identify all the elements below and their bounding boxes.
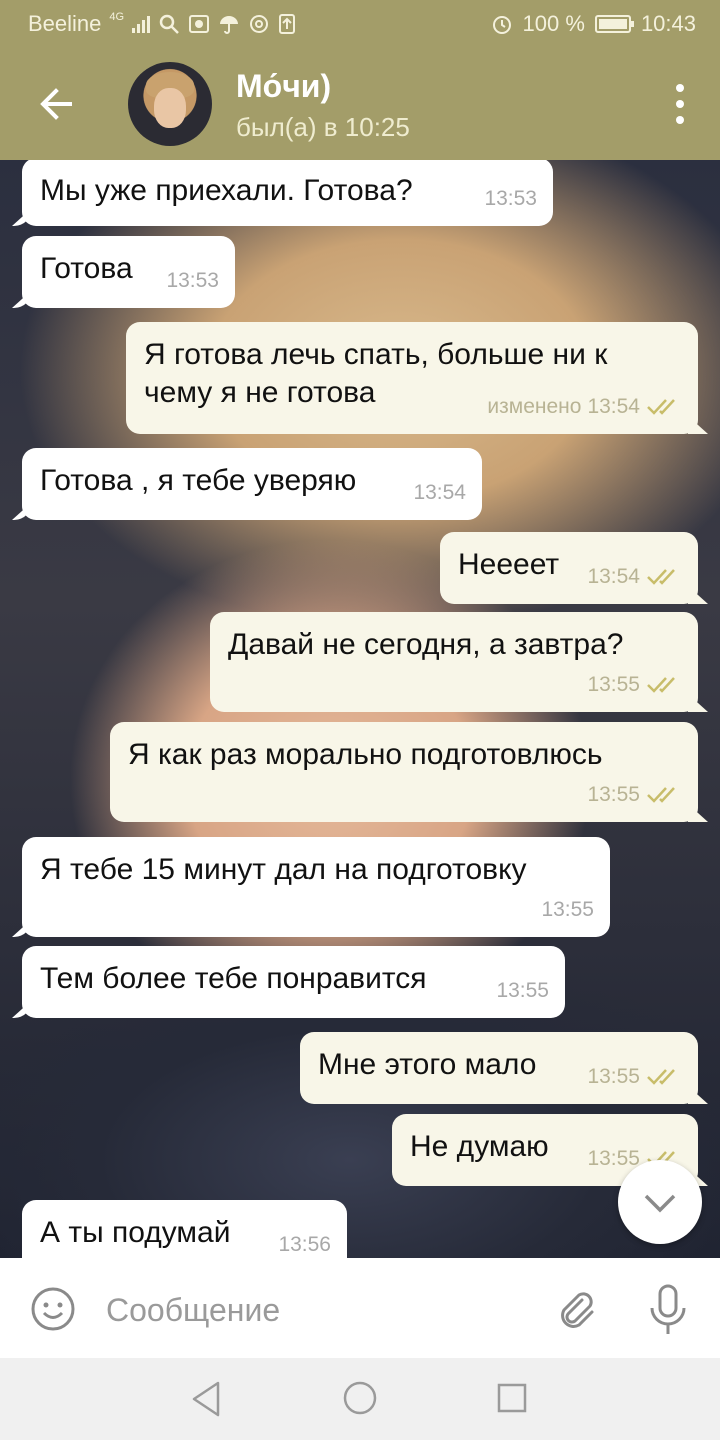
emoji-icon[interactable]: [30, 1286, 76, 1332]
battery-percent: 100 %: [522, 11, 585, 36]
message-bubble[interactable]: Я тебе 15 минут дал на подготовку 13:55: [22, 837, 610, 937]
message-time: 13:55: [541, 898, 594, 921]
last-seen-status: был(а) в 10:25: [236, 112, 410, 142]
avatar[interactable]: [128, 62, 212, 146]
chat-messages[interactable]: Мы уже приехали. Готова? 13:53 Готова 13…: [0, 160, 720, 1258]
nav-home-icon[interactable]: [342, 1380, 378, 1416]
status-bar: Beeline 4G 100 % 10:43: [0, 0, 720, 48]
double-check-icon: [647, 787, 675, 803]
message-time: 13:56: [278, 1233, 331, 1256]
double-check-icon: [647, 677, 675, 693]
umbrella-icon: [220, 16, 239, 34]
message-text: Тем более тебе понравится: [40, 962, 427, 995]
message-text: Мы уже приехали. Готова?: [40, 174, 413, 207]
at-icon: [250, 15, 269, 33]
upload-icon: [279, 14, 296, 34]
network-type: 4G: [109, 11, 125, 23]
message-input[interactable]: [104, 1286, 528, 1334]
message-bubble[interactable]: Мы уже приехали. Готова? 13:53: [22, 160, 553, 226]
carrier-name: Beeline: [28, 11, 102, 36]
battery-icon: [594, 15, 634, 33]
message-text: Мне этого мало: [318, 1048, 537, 1081]
message-bubble[interactable]: Мне этого мало 13:55: [300, 1032, 698, 1104]
image-icon: [189, 15, 210, 33]
alarm-icon: [492, 16, 511, 34]
message-time: 13:54: [413, 481, 466, 504]
message-bubble[interactable]: Тем более тебе понравится 13:55: [22, 946, 565, 1018]
message-bubble[interactable]: Неееет 13:54: [440, 532, 698, 604]
scroll-to-bottom-button[interactable]: [618, 1160, 702, 1244]
contact-name[interactable]: Мо́чи): [236, 68, 331, 105]
message-bubble[interactable]: Готова , я тебе уверяю 13:54: [22, 448, 482, 520]
nav-recents-icon[interactable]: [496, 1382, 528, 1414]
message-text: Готова: [40, 252, 133, 285]
message-text: Я тебе 15 минут дал на подготовку: [40, 853, 527, 886]
message-input-bar: [0, 1258, 720, 1358]
nav-back-icon[interactable]: [188, 1380, 224, 1418]
back-arrow-icon[interactable]: [34, 82, 78, 126]
message-time: 13:53: [166, 269, 219, 292]
clock: 10:43: [640, 11, 696, 36]
chevron-down-icon: [644, 1194, 676, 1213]
message-time: 13:55: [587, 673, 640, 696]
double-check-icon: [647, 399, 675, 415]
microphone-icon[interactable]: [646, 1284, 690, 1336]
message-bubble[interactable]: Я готова лечь спать, больше ни к чему я …: [126, 322, 698, 434]
message-time: 13:55: [496, 979, 549, 1002]
message-text: Я как раз морально подготовлюсь: [128, 738, 603, 771]
message-time: 13:54: [587, 565, 640, 588]
message-time: 13:55: [587, 1065, 640, 1088]
message-bubble[interactable]: Я как раз морально подготовлюсь 13:55: [110, 722, 698, 822]
message-bubble[interactable]: А ты подумай 13:56: [22, 1200, 347, 1258]
message-text: Неееет: [458, 548, 560, 581]
message-bubble[interactable]: Готова 13:53: [22, 236, 235, 308]
system-nav-bar: [0, 1358, 720, 1440]
message-text: А ты подумай: [40, 1216, 231, 1249]
message-time: 13:55: [587, 783, 640, 806]
signal-icon: [132, 15, 151, 33]
message-bubble[interactable]: Давай не сегодня, а завтра? 13:55: [210, 612, 698, 712]
message-text: Готова , я тебе уверяю: [40, 464, 357, 497]
message-time: 13:53: [484, 187, 537, 210]
chat-header: Мо́чи) был(а) в 10:25: [0, 48, 720, 160]
double-check-icon: [647, 569, 675, 585]
search-icon: [159, 14, 179, 34]
message-text: Давай не сегодня, а завтра?: [228, 628, 624, 661]
more-vert-icon[interactable]: [674, 84, 686, 124]
paperclip-icon[interactable]: [552, 1286, 600, 1334]
message-text: Не думаю: [410, 1130, 549, 1163]
double-check-icon: [647, 1069, 675, 1085]
edited-label: изменено: [487, 395, 582, 418]
message-time: 13:54: [587, 395, 640, 418]
